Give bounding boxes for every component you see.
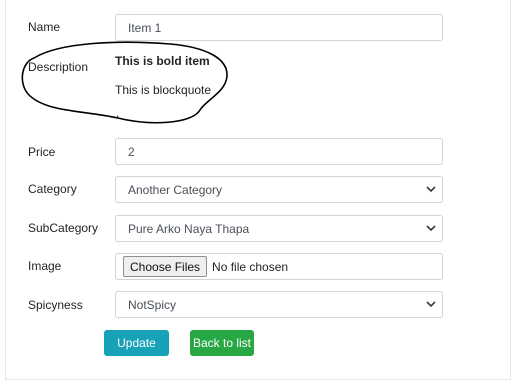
subcategory-select[interactable]: Pure Arko Naya Thapa [115, 215, 443, 242]
subcategory-selected-value: Pure Arko Naya Thapa [128, 221, 250, 236]
category-selected-value: Another Category [128, 182, 223, 197]
price-label: Price [28, 145, 56, 159]
description-label: Description [28, 60, 89, 74]
price-input[interactable]: 2 [115, 138, 443, 165]
spicyness-selected-value: NotSpicy [128, 297, 177, 312]
category-label: Category [28, 182, 77, 196]
image-label: Image [28, 259, 62, 273]
spicyness-label: Spicyness [28, 298, 83, 312]
update-button[interactable]: Update [104, 330, 169, 356]
description-bold-text: This is bold item [115, 54, 210, 68]
subcategory-label: SubCategory [28, 221, 99, 235]
image-file-input[interactable]: Choose Files No file chosen [115, 253, 443, 280]
category-select[interactable]: Another Category [115, 176, 443, 203]
name-input[interactable]: Item 1 [115, 14, 443, 41]
chevron-down-icon [426, 186, 436, 193]
chevron-down-icon [426, 225, 436, 232]
name-label: Name [28, 20, 61, 34]
chevron-down-icon [426, 301, 436, 308]
back-to-list-button[interactable]: Back to list [190, 330, 254, 356]
spicyness-select[interactable]: NotSpicy [115, 291, 443, 318]
choose-files-button[interactable]: Choose Files [123, 256, 208, 277]
description-blockquote-text: This is blockquote [115, 83, 212, 97]
file-status-text: No file chosen [212, 259, 289, 274]
description-trailing-dot: . [116, 106, 120, 120]
